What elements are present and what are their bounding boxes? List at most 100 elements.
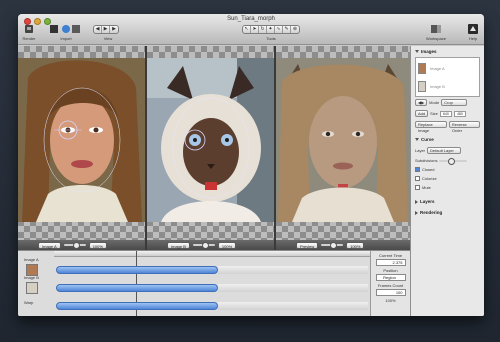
preview-selector[interactable]: Preview: [296, 241, 319, 249]
image-a-track-empty: [218, 266, 368, 274]
play-forward-icon[interactable]: ▶: [110, 26, 118, 33]
image-b-thumbnail[interactable]: [26, 282, 38, 294]
size-label: Size: [430, 111, 438, 116]
image-a-zoom[interactable]: 100%: [88, 241, 107, 249]
timeline-row: Image A: [18, 257, 410, 277]
point-tool-icon[interactable]: ✦: [267, 25, 275, 33]
timeline-row-name: Image B: [24, 275, 39, 280]
canvas-area: Image A 100% Image B 100% Preview 100%: [18, 46, 410, 250]
image-b-selector[interactable]: Image B: [167, 241, 190, 249]
closed-checkbox[interactable]: [415, 167, 420, 172]
render-button[interactable]: [22, 24, 36, 34]
frame-count-label: Frames Count: [377, 283, 404, 288]
mute-checkbox[interactable]: [415, 185, 420, 190]
image-actions-row: Replace Image Reverse Order: [411, 119, 484, 133]
subdivisions-label: Subdivisions: [415, 158, 438, 163]
workspace-icon: [431, 25, 441, 33]
workspace-label: Workspace: [426, 36, 446, 41]
app-window: Sun_Tiara_morph Render Import ◀ ▶ ▶ View ↖…: [18, 14, 484, 316]
view-controls[interactable]: ◀ ▶ ▶: [92, 24, 120, 34]
image-b-zoom-slider[interactable]: [192, 242, 215, 249]
play-icon[interactable]: ▶: [102, 25, 110, 33]
current-time-field[interactable]: 2.375: [375, 259, 406, 266]
layers-section-title: Layers: [420, 199, 435, 204]
colorize-label: Colorize: [422, 176, 437, 181]
height-field[interactable]: 480: [453, 110, 466, 117]
mute-row: Mute: [411, 183, 484, 192]
help-label: Help: [468, 36, 478, 41]
image-a-zoom-slider[interactable]: [63, 242, 86, 249]
disclosure-open-icon: [415, 50, 419, 53]
rendering-section-title: Rendering: [420, 210, 443, 215]
layer-popup[interactable]: Default Layer: [427, 147, 462, 154]
pen-tool-icon[interactable]: ✎: [283, 25, 291, 33]
disclosure-closed-icon: [415, 199, 418, 204]
image-b-photo: [147, 58, 274, 222]
mode-row: ◀▶ Mode Crop: [411, 97, 484, 108]
timeline-zoom[interactable]: 100%: [371, 298, 410, 303]
render-icon: [25, 25, 33, 33]
image-list-item[interactable]: Image B: [418, 78, 478, 94]
mode-popup[interactable]: Crop: [441, 99, 468, 106]
closed-row: Closed: [411, 165, 484, 174]
image-b-zoom[interactable]: 100%: [217, 241, 237, 249]
width-field[interactable]: 640: [439, 110, 452, 117]
timeline-row: Warp: [18, 299, 410, 313]
disclosure-closed-icon: [415, 210, 418, 215]
position-popup[interactable]: Region: [375, 274, 406, 281]
colorize-checkbox[interactable]: [415, 176, 420, 181]
workspace-button[interactable]: [428, 24, 444, 34]
preview-zoom-slider[interactable]: [321, 242, 344, 249]
closed-label: Closed: [422, 167, 435, 172]
image-b-track[interactable]: [56, 284, 218, 292]
view-label: View: [103, 36, 113, 41]
image-list-item[interactable]: Image A: [418, 60, 478, 76]
images-section-header[interactable]: Images: [411, 46, 484, 57]
rendering-section-header[interactable]: Rendering: [411, 207, 484, 218]
layers-section-header[interactable]: Layers: [411, 196, 484, 207]
timeline: Image A Image B Warp Current Time 2.375 …: [18, 250, 410, 316]
position-label: Position: [383, 268, 398, 273]
current-time-label: Current Time: [378, 253, 403, 258]
warp-track[interactable]: [56, 302, 218, 310]
curve-section-header[interactable]: Curve: [411, 134, 484, 145]
preview-pane[interactable]: Preview 100%: [276, 46, 410, 250]
preview-zoom[interactable]: 100%: [346, 241, 365, 249]
import-buttons[interactable]: [48, 24, 82, 34]
help-button[interactable]: [466, 24, 480, 34]
frame-count-field[interactable]: 100: [375, 289, 406, 296]
window-title: Sun_Tiara_morph: [227, 16, 275, 22]
zoom-tool-icon[interactable]: ⊕: [291, 26, 299, 33]
preview-photo: [276, 58, 410, 222]
warp-track-empty: [218, 302, 368, 310]
add-image-button[interactable]: Add: [415, 110, 429, 117]
arrow-tool-icon[interactable]: ↖: [243, 25, 251, 33]
image-a-selector[interactable]: Image A: [38, 241, 61, 249]
rotate-tool-icon[interactable]: ↻: [259, 25, 267, 33]
tools-segmented[interactable]: ↖ ➤ ↻ ✦ ∿ ✎ ⊕: [236, 24, 306, 34]
layer-row: Layer Default Layer: [411, 145, 484, 156]
import-icon: [50, 25, 80, 33]
subdivisions-slider[interactable]: [439, 157, 468, 165]
stepper-button[interactable]: ◀▶: [415, 99, 428, 106]
replace-image-button[interactable]: Replace Image: [415, 121, 447, 133]
curve-tool-icon[interactable]: ∿: [275, 25, 283, 33]
image-a-track[interactable]: [56, 266, 218, 274]
timeline-ruler[interactable]: [54, 251, 370, 257]
preview-pane-bar: Preview 100%: [276, 240, 410, 250]
pointer-tool-icon[interactable]: ➤: [251, 25, 259, 33]
timeline-row: Image B: [18, 275, 410, 295]
image-list-item-label: Image B: [430, 83, 445, 89]
layer-label: Layer: [415, 148, 426, 153]
inspector-panel: Images Image A Image B ◀▶ Mode Crop Add …: [410, 46, 484, 316]
image-b-pane[interactable]: Image B 100%: [147, 46, 274, 250]
timeline-row-name: Image A: [24, 257, 39, 262]
image-list[interactable]: Image A Image B: [415, 57, 480, 97]
play-back-icon[interactable]: ◀: [94, 25, 102, 33]
mode-label: Mode: [429, 100, 440, 105]
image-a-pane[interactable]: Image A 100%: [18, 46, 145, 250]
reverse-order-button[interactable]: Reverse Order: [448, 121, 480, 133]
curve-section-title: Curve: [421, 137, 434, 142]
import-label: Import: [60, 36, 72, 41]
help-icon: [468, 24, 478, 34]
